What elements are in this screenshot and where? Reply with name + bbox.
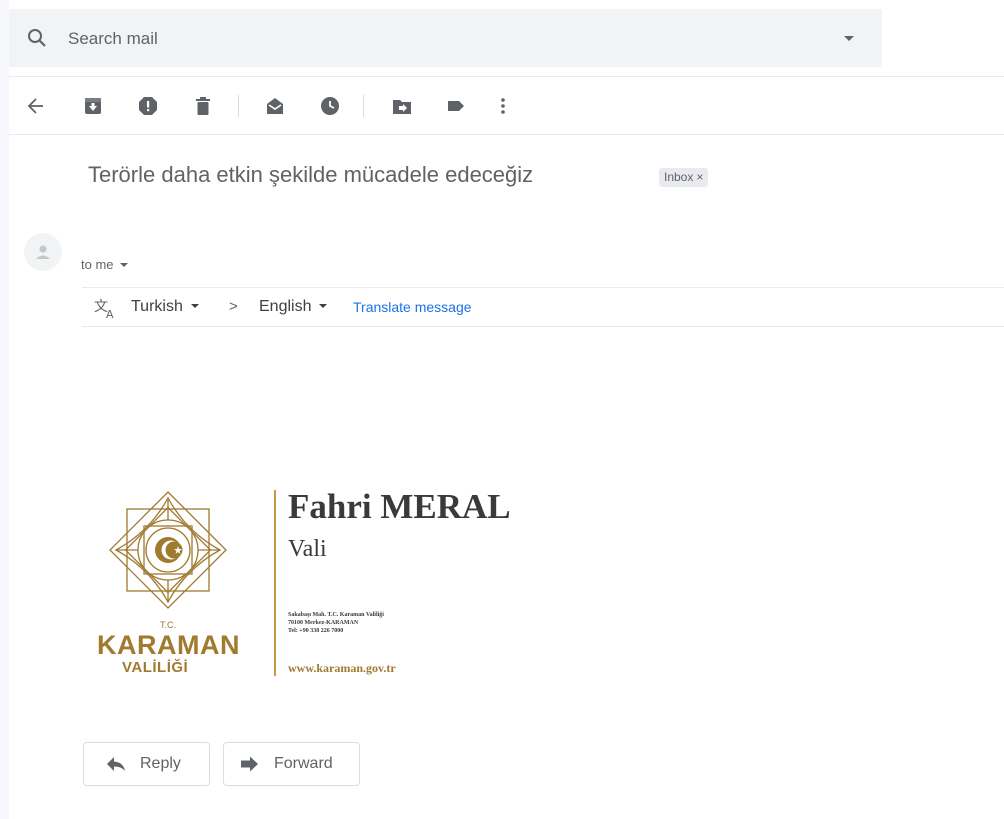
signature-divider bbox=[274, 490, 276, 676]
source-language-label: Turkish bbox=[131, 298, 183, 315]
recipient-details[interactable]: to me bbox=[81, 257, 128, 272]
snooze-icon[interactable] bbox=[318, 94, 342, 118]
avatar[interactable] bbox=[24, 233, 62, 271]
forward-label: Forward bbox=[274, 755, 333, 772]
chevron-down-icon bbox=[319, 304, 328, 308]
search-options-icon[interactable] bbox=[844, 36, 854, 41]
translate-message-link[interactable]: Translate message bbox=[353, 299, 472, 315]
address-line: 70100 Merkez-KARAMAN bbox=[288, 620, 359, 626]
address-line: Sakabaşı Mah. T.C. Karaman Valiliği bbox=[288, 612, 384, 618]
divider bbox=[9, 134, 1004, 135]
email-subject: Terörle daha etkin şekilde mücadele edec… bbox=[88, 162, 534, 187]
search-input[interactable]: Search mail bbox=[68, 29, 158, 49]
reply-button[interactable]: Reply bbox=[83, 742, 210, 786]
org-prefix: T.C. bbox=[159, 620, 176, 630]
search-icon[interactable] bbox=[25, 26, 49, 50]
source-language-select[interactable]: Turkish bbox=[131, 298, 199, 316]
translate-icon: 文A bbox=[94, 296, 118, 321]
chip-label: Inbox bbox=[664, 170, 694, 184]
divider bbox=[82, 326, 1004, 327]
more-vert-icon[interactable] bbox=[491, 94, 515, 118]
chevron-right-icon: > bbox=[229, 298, 238, 315]
reply-icon bbox=[106, 754, 126, 774]
website-link[interactable]: www.karaman.gov.tr bbox=[288, 661, 396, 676]
left-edge-strip bbox=[0, 0, 9, 819]
label-icon[interactable] bbox=[444, 94, 468, 118]
mark-unread-icon[interactable] bbox=[263, 94, 287, 118]
inbox-label-chip[interactable]: Inbox × bbox=[659, 168, 709, 187]
divider bbox=[82, 287, 1004, 288]
delete-icon[interactable] bbox=[191, 94, 215, 118]
org-name: KARAMAN bbox=[97, 630, 240, 660]
forward-button[interactable]: Forward bbox=[223, 742, 360, 786]
chevron-down-icon bbox=[190, 304, 199, 308]
divider bbox=[9, 76, 1004, 77]
recipient-label: to me bbox=[81, 257, 114, 272]
forward-icon bbox=[240, 754, 260, 774]
signature-name: Fahri MERAL bbox=[288, 487, 511, 526]
phone-line: Tel: +90 338 226 7000 bbox=[288, 628, 344, 634]
target-language-label: English bbox=[259, 298, 312, 315]
search-bar[interactable]: Search mail bbox=[9, 9, 882, 67]
archive-icon[interactable] bbox=[81, 94, 105, 118]
svg-text:A: A bbox=[106, 308, 114, 320]
report-spam-icon[interactable] bbox=[136, 94, 160, 118]
back-arrow-icon[interactable] bbox=[24, 94, 48, 118]
reply-label: Reply bbox=[140, 755, 181, 772]
remove-label-icon[interactable]: × bbox=[696, 170, 703, 184]
move-to-icon[interactable] bbox=[390, 94, 414, 118]
toolbar-separator bbox=[238, 95, 239, 117]
karaman-emblem-logo bbox=[108, 490, 228, 610]
org-subtitle: VALİLİĞİ bbox=[122, 659, 189, 676]
toolbar-separator bbox=[363, 95, 364, 117]
signature-title: Vali bbox=[288, 536, 327, 562]
target-language-select[interactable]: English bbox=[259, 298, 328, 316]
chevron-down-icon[interactable] bbox=[119, 263, 128, 267]
